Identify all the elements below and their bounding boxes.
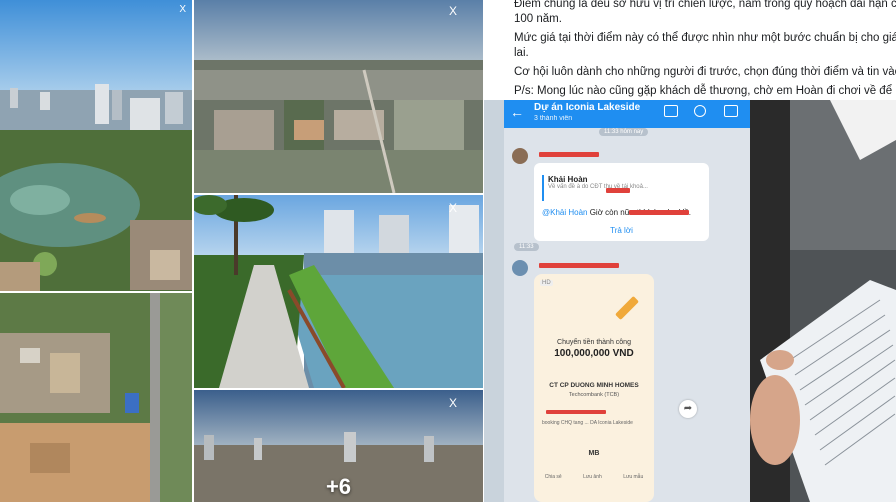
reply-button[interactable]: Trả lời	[534, 226, 709, 235]
save-template-action[interactable]: Lưu mẫu	[623, 474, 643, 480]
more-photos-overlay[interactable]: +6	[194, 390, 483, 502]
transfer-receipt-image[interactable]: HD Chuyển tiền thành công 100,000,000 VN…	[534, 274, 654, 502]
post-line: Điểm chung là đều sở hữu vị trí chiến lư…	[514, 0, 896, 10]
save-image-action[interactable]: Lưu ảnh	[583, 474, 602, 480]
post-line: 100 năm.	[514, 13, 562, 25]
back-arrow-icon: ←	[510, 104, 524, 120]
video-call-icon	[664, 105, 678, 117]
post-line: P/s: Mong lúc nào cũng gặp khách dễ thươ…	[514, 85, 896, 97]
mention-tag: @Khải Hoàn	[542, 208, 588, 217]
message-bubble: Khải Hoàn Về vấn đề à do CĐT thu về tái …	[534, 163, 709, 241]
redaction-bar	[539, 263, 619, 268]
photo-skyline-more[interactable]: +6 X	[194, 390, 483, 502]
search-icon	[694, 105, 706, 117]
chat-title: Dự án Iconia Lakeside	[534, 102, 641, 113]
avatar	[512, 260, 528, 276]
chat-body: 11:33 hôm nay Khải Hoàn Về vấn đề à do C…	[504, 128, 750, 502]
redaction-bar	[606, 188, 630, 193]
image-tag: HD	[540, 280, 553, 286]
pen-icon	[614, 295, 640, 321]
screen-root: X X X +6 X Điểm chung là đều sở hữu vị t…	[0, 0, 896, 502]
menu-icon	[724, 105, 738, 117]
watermark-icon: X	[448, 4, 457, 18]
photo-aerial-city[interactable]: X	[194, 0, 483, 193]
bank-logo: MB	[588, 450, 600, 457]
quote-author: Khải Hoàn	[548, 175, 588, 184]
share-arrow-icon[interactable]: ➦	[679, 400, 697, 418]
receipt-actions: Chia sẻ Lưu ảnh Lưu mẫu	[534, 474, 654, 480]
post-line: lai.	[514, 47, 529, 59]
chat-subtitle: 3 thành viên	[534, 115, 573, 122]
share-action[interactable]: Chia sẻ	[545, 474, 562, 480]
watermark-icon: X	[179, 4, 186, 15]
avatar	[512, 148, 528, 164]
watermark-icon: X	[448, 396, 457, 410]
post-text: Điểm chung là đều sở hữu vị trí chiến lư…	[484, 0, 896, 100]
post-line: Cơ hội luôn dành cho những người đi trướ…	[514, 66, 896, 78]
photo-lake-skyline[interactable]: X	[0, 0, 192, 291]
redaction-bar	[539, 152, 599, 157]
photo-construction-aerial[interactable]	[0, 293, 192, 502]
redaction-bar	[546, 410, 606, 414]
time-divider: 11:33 hôm nay	[599, 128, 649, 136]
receipt-bank: Techcombank (TCB)	[568, 392, 620, 398]
photo-document-hand[interactable]	[750, 100, 896, 502]
redaction-bar	[629, 210, 689, 215]
receipt-title: Chuyển tiền thành công	[557, 339, 631, 346]
receipt-amount: 100,000,000 VND	[554, 348, 634, 359]
chat-screenshot[interactable]: ← Dự án Iconia Lakeside 3 thành viên 11:…	[484, 100, 750, 502]
receipt-company: CT CP DUONG MINH HOMES	[549, 382, 639, 389]
receipt-note: booking CHQ tang ... DA Iconia Lakeside	[542, 420, 633, 426]
chat-header: ← Dự án Iconia Lakeside 3 thành viên	[504, 100, 750, 128]
photo-lakeside-park[interactable]: X	[194, 195, 483, 388]
watermark-icon: X	[448, 201, 457, 215]
post-line: Mức giá tại thời điểm này có thể được nh…	[514, 32, 896, 44]
more-photos-count: +6	[325, 474, 352, 499]
time-label: 11:33	[514, 243, 539, 251]
